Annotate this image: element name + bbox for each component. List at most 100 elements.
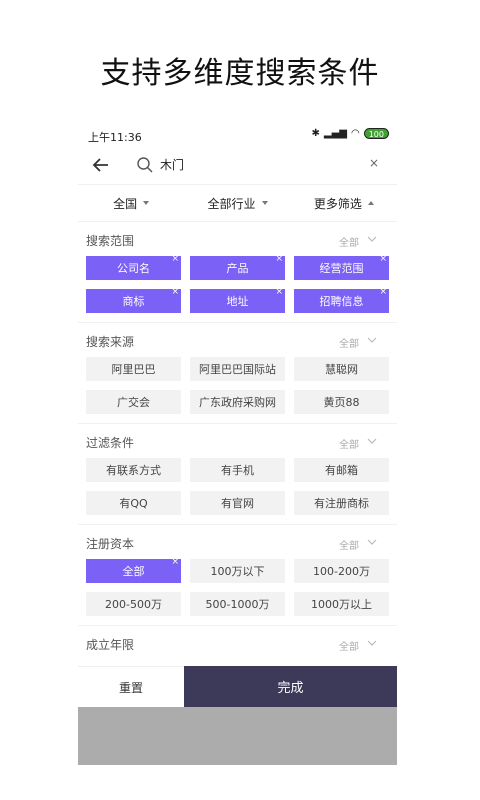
chip-label: 有手机 [221,464,254,477]
chip-label: 有官网 [221,497,254,510]
section-header[interactable]: 成立年限 全部 [78,626,397,660]
chevron-down-icon [367,539,377,545]
clear-icon[interactable]: × [369,156,379,170]
chip-label: 100万以下 [210,565,265,578]
chip-label: 黄页88 [323,396,360,409]
chip-capital-100-200[interactable]: 100-200万 [294,559,389,583]
chip-recruitment[interactable]: 招聘信息 × [294,287,389,313]
section-title: 搜索范围 [86,234,135,248]
chip-has-mobile[interactable]: 有手机 [190,458,285,482]
chip-has-qq[interactable]: 有QQ [86,491,181,515]
chip-alibaba[interactable]: 阿里巴巴 [86,357,181,381]
chip-label: 有QQ [119,497,148,510]
chip-label: 公司名 [117,262,150,275]
battery-icon: 100 [363,128,389,139]
search-input[interactable]: 木门 [160,156,184,173]
chevron-down-icon [367,337,377,343]
caret-down-icon [143,201,150,205]
chip-trademark[interactable]: 商标 × [86,287,181,313]
chip-grid: 公司名 × 产品 × 经营范围 × 商标 × 地址 × 招聘信息 × [86,254,389,318]
section-header[interactable]: 搜索范围 全部 [78,222,397,256]
chip-has-website[interactable]: 有官网 [190,491,285,515]
chip-alibaba-intl[interactable]: 阿里巴巴国际站 [190,357,285,381]
section-title: 过滤条件 [86,436,135,450]
chip-canton-fair[interactable]: 广交会 [86,390,181,414]
chip-address[interactable]: 地址 × [190,287,285,313]
section-all-label: 全部 [339,541,359,552]
chip-gd-procurement[interactable]: 广东政府采购网 [190,390,285,414]
status-icons: ✱ ▂▄▆ ◠ 100 [312,128,389,139]
chip-has-contact[interactable]: 有联系方式 [86,458,181,482]
chip-label: 500-1000万 [205,598,270,611]
caret-down-icon [261,201,268,205]
chip-label: 200-500万 [105,598,162,611]
chip-label: 有联系方式 [106,464,161,477]
filter-industry[interactable]: 全部行业 [184,185,290,221]
wifi-icon: ◠ [350,128,360,139]
chip-grid: 全部 × 100万以下 100-200万 200-500万 500-1000万 1… [86,557,389,621]
chip-label: 地址 [226,295,249,308]
done-button[interactable]: 完成 [184,666,397,707]
close-icon[interactable]: × [275,254,283,264]
chip-label: 慧聪网 [325,363,358,376]
section-all-label: 全部 [339,238,359,249]
chip-label: 产品 [226,262,249,275]
chip-label: 阿里巴巴 [111,363,156,376]
chip-has-email[interactable]: 有邮箱 [294,458,389,482]
chip-label: 经营范围 [319,262,364,275]
section-title: 成立年限 [86,638,135,652]
chip-capital-all[interactable]: 全部 × [86,557,181,583]
section-title: 注册资本 [86,537,135,551]
chip-label: 有邮箱 [325,464,358,477]
chip-capital-under-100[interactable]: 100万以下 [190,559,285,583]
chevron-down-icon [367,236,377,242]
filter-more-label: 更多筛选 [313,196,362,211]
close-icon[interactable]: × [379,287,387,297]
chip-has-trademark[interactable]: 有注册商标 [294,491,389,515]
close-icon[interactable]: × [379,254,387,264]
chip-label: 100-200万 [313,565,370,578]
section-all-label: 全部 [339,440,359,451]
section-header[interactable]: 过滤条件 全部 [78,424,397,458]
filter-region[interactable]: 全国 [78,185,184,221]
filter-region-label: 全国 [113,196,138,211]
chip-hc360[interactable]: 慧聪网 [294,357,389,381]
caret-up-icon [367,201,374,205]
chip-label: 招聘信息 [319,295,364,308]
phone-screen: 上午11:36 ✱ ▂▄▆ ◠ 100 木门 × 全国 全部行业 更多筛选 搜索… [78,120,397,765]
chip-capital-500-1000[interactable]: 500-1000万 [190,592,285,616]
chip-huangye88[interactable]: 黄页88 [294,390,389,414]
close-icon[interactable]: × [171,557,179,567]
close-icon[interactable]: × [171,254,179,264]
section-title: 搜索来源 [86,335,135,349]
close-icon[interactable]: × [275,287,283,297]
signal-icon: ▂▄▆ [323,128,347,139]
chip-company-name[interactable]: 公司名 × [86,254,181,280]
filter-more[interactable]: 更多筛选 [291,185,397,221]
section-established-years: 成立年限 全部 [78,626,397,666]
filter-industry-label: 全部行业 [207,196,256,211]
status-bar: 上午11:36 ✱ ▂▄▆ ◠ 100 [78,120,397,150]
section-search-scope: 搜索范围 全部 公司名 × 产品 × 经营范围 × 商标 × 地址 × 招聘信息 × [78,222,397,322]
chip-product[interactable]: 产品 × [190,254,285,280]
chip-business-scope[interactable]: 经营范围 × [294,254,389,280]
close-icon[interactable]: × [171,287,179,297]
chip-capital-200-500[interactable]: 200-500万 [86,592,181,616]
section-all-label: 全部 [339,642,359,653]
section-header[interactable]: 注册资本 全部 [78,525,397,559]
section-header[interactable]: 搜索来源 全部 [78,323,397,357]
section-search-source: 搜索来源 全部 阿里巴巴 阿里巴巴国际站 慧聪网 广交会 广东政府采购网 黄页8… [78,323,397,423]
action-bar: 重置 完成 [78,666,397,707]
chevron-down-icon [367,438,377,444]
chip-label: 阿里巴巴国际站 [199,363,276,376]
search-icon [137,157,153,173]
chip-label: 广东政府采购网 [199,396,276,409]
search-bar: 木门 × [78,150,397,184]
chip-label: 1000万以上 [311,598,372,611]
section-all-label: 全部 [339,339,359,350]
back-arrow-icon[interactable] [91,155,111,175]
reset-button[interactable]: 重置 [78,666,184,707]
chip-capital-over-1000[interactable]: 1000万以上 [294,592,389,616]
dim-overlay[interactable] [78,707,397,765]
section-registered-capital: 注册资本 全部 全部 × 100万以下 100-200万 200-500万 500… [78,525,397,625]
